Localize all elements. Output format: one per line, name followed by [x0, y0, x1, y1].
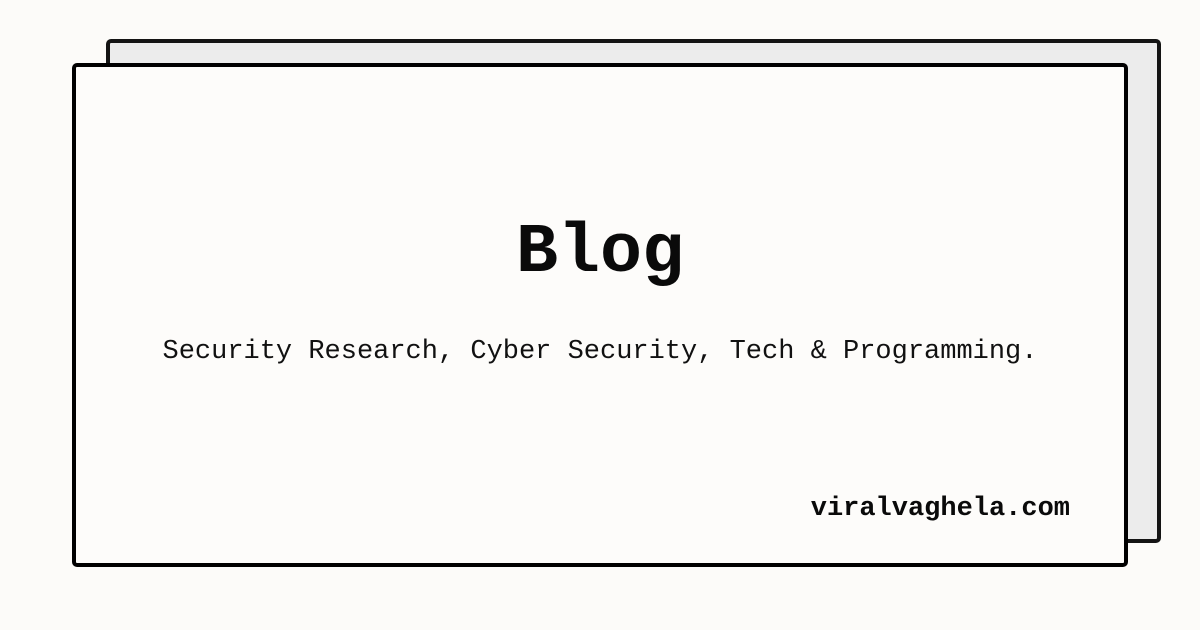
- site-domain: viralvaghela.com: [810, 494, 1070, 524]
- front-card: Blog Security Research, Cyber Security, …: [72, 63, 1128, 567]
- page-title: Blog: [515, 214, 685, 293]
- page-subtitle: Security Research, Cyber Security, Tech …: [162, 337, 1038, 367]
